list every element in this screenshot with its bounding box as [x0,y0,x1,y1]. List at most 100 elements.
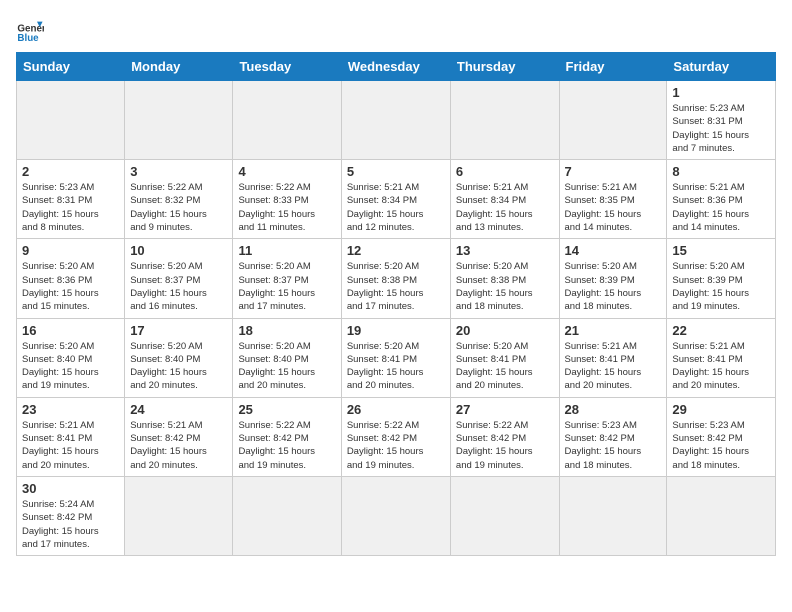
day-info: Sunrise: 5:20 AM Sunset: 8:40 PM Dayligh… [22,340,119,393]
day-info: Sunrise: 5:20 AM Sunset: 8:38 PM Dayligh… [347,260,445,313]
calendar-cell [341,81,450,160]
day-info: Sunrise: 5:23 AM Sunset: 8:31 PM Dayligh… [22,181,119,234]
calendar-cell: 17Sunrise: 5:20 AM Sunset: 8:40 PM Dayli… [125,318,233,397]
day-info: Sunrise: 5:21 AM Sunset: 8:34 PM Dayligh… [456,181,554,234]
calendar-cell: 18Sunrise: 5:20 AM Sunset: 8:40 PM Dayli… [233,318,341,397]
day-info: Sunrise: 5:21 AM Sunset: 8:35 PM Dayligh… [565,181,662,234]
day-number: 23 [22,402,119,417]
day-info: Sunrise: 5:23 AM Sunset: 8:31 PM Dayligh… [672,102,770,155]
day-number: 26 [347,402,445,417]
calendar-cell: 19 Sunrise: 5:20 AM Sunset: 8:41 PM Dayli… [341,318,450,397]
calendar-cell [125,81,233,160]
day-info: Sunrise: 5:22 AM Sunset: 8:42 PM Dayligh… [456,419,554,472]
day-number: 9 [22,243,119,258]
calendar-cell: 9 Sunrise: 5:20 AM Sunset: 8:36 PM Daylig… [17,239,125,318]
calendar-cell: 10Sunrise: 5:20 AM Sunset: 8:37 PM Dayli… [125,239,233,318]
calendar-cell [667,476,776,555]
calendar-cell: 3Sunrise: 5:22 AM Sunset: 8:32 PM Daylig… [125,160,233,239]
day-number: 4 [238,164,335,179]
day-info: Sunrise: 5:21 AM Sunset: 8:41 PM Dayligh… [565,340,662,393]
calendar-cell: 16 Sunrise: 5:20 AM Sunset: 8:40 PM Dayli… [17,318,125,397]
weekday-header-sunday: Sunday [17,53,125,81]
day-number: 29 [672,402,770,417]
day-number: 6 [456,164,554,179]
logo-icon: General Blue [16,16,44,44]
calendar-cell: 15 Sunrise: 5:20 AM Sunset: 8:39 PM Dayli… [667,239,776,318]
day-info: Sunrise: 5:24 AM Sunset: 8:42 PM Dayligh… [22,498,119,551]
weekday-header-monday: Monday [125,53,233,81]
day-number: 17 [130,323,227,338]
day-info: Sunrise: 5:22 AM Sunset: 8:42 PM Dayligh… [347,419,445,472]
day-number: 21 [565,323,662,338]
logo: General Blue [16,16,44,44]
day-info: Sunrise: 5:20 AM Sunset: 8:41 PM Dayligh… [456,340,554,393]
calendar-cell: 11 Sunrise: 5:20 AM Sunset: 8:37 PM Dayli… [233,239,341,318]
calendar-cell: 30 Sunrise: 5:24 AM Sunset: 8:42 PM Dayli… [17,476,125,555]
calendar-cell [559,81,667,160]
calendar-cell: 25Sunrise: 5:22 AM Sunset: 8:42 PM Dayli… [233,397,341,476]
day-info: Sunrise: 5:20 AM Sunset: 8:36 PM Dayligh… [22,260,119,313]
day-info: Sunrise: 5:21 AM Sunset: 8:41 PM Dayligh… [672,340,770,393]
day-number: 16 [22,323,119,338]
weekday-header-saturday: Saturday [667,53,776,81]
calendar-cell: 7 Sunrise: 5:21 AM Sunset: 8:35 PM Daylig… [559,160,667,239]
calendar-cell: 8Sunrise: 5:21 AM Sunset: 8:36 PM Daylig… [667,160,776,239]
calendar-cell: 23 Sunrise: 5:21 AM Sunset: 8:41 PM Dayli… [17,397,125,476]
day-info: Sunrise: 5:20 AM Sunset: 8:40 PM Dayligh… [238,340,335,393]
day-info: Sunrise: 5:22 AM Sunset: 8:32 PM Dayligh… [130,181,227,234]
calendar-cell: 4 Sunrise: 5:22 AM Sunset: 8:33 PM Daylig… [233,160,341,239]
day-info: Sunrise: 5:23 AM Sunset: 8:42 PM Dayligh… [672,419,770,472]
day-number: 28 [565,402,662,417]
weekday-header-tuesday: Tuesday [233,53,341,81]
day-info: Sunrise: 5:22 AM Sunset: 8:33 PM Dayligh… [238,181,335,234]
day-number: 27 [456,402,554,417]
day-info: Sunrise: 5:20 AM Sunset: 8:38 PM Dayligh… [456,260,554,313]
day-info: Sunrise: 5:20 AM Sunset: 8:39 PM Dayligh… [672,260,770,313]
calendar-cell [125,476,233,555]
weekday-header-wednesday: Wednesday [341,53,450,81]
calendar-cell: 28 Sunrise: 5:23 AM Sunset: 8:42 PM Dayli… [559,397,667,476]
calendar-cell [233,81,341,160]
calendar-cell [17,81,125,160]
day-number: 11 [238,243,335,258]
calendar-table: SundayMondayTuesdayWednesdayThursdayFrid… [16,52,776,556]
day-number: 24 [130,402,227,417]
day-number: 19 [347,323,445,338]
day-number: 8 [672,164,770,179]
calendar-cell [559,476,667,555]
day-number: 15 [672,243,770,258]
calendar-cell: 22 Sunrise: 5:21 AM Sunset: 8:41 PM Dayli… [667,318,776,397]
day-info: Sunrise: 5:21 AM Sunset: 8:41 PM Dayligh… [22,419,119,472]
day-info: Sunrise: 5:20 AM Sunset: 8:37 PM Dayligh… [238,260,335,313]
weekday-header-friday: Friday [559,53,667,81]
day-number: 22 [672,323,770,338]
calendar-cell: 1 Sunrise: 5:23 AM Sunset: 8:31 PM Daylig… [667,81,776,160]
calendar-cell [450,476,559,555]
day-number: 13 [456,243,554,258]
day-number: 14 [565,243,662,258]
day-number: 5 [347,164,445,179]
day-info: Sunrise: 5:20 AM Sunset: 8:41 PM Dayligh… [347,340,445,393]
calendar-cell: 27 Sunrise: 5:22 AM Sunset: 8:42 PM Dayli… [450,397,559,476]
day-info: Sunrise: 5:21 AM Sunset: 8:34 PM Dayligh… [347,181,445,234]
calendar-cell: 24 Sunrise: 5:21 AM Sunset: 8:42 PM Dayli… [125,397,233,476]
day-info: Sunrise: 5:20 AM Sunset: 8:39 PM Dayligh… [565,260,662,313]
day-info: Sunrise: 5:22 AM Sunset: 8:42 PM Dayligh… [238,419,335,472]
day-info: Sunrise: 5:21 AM Sunset: 8:42 PM Dayligh… [130,419,227,472]
calendar-cell [233,476,341,555]
calendar-cell: 26 Sunrise: 5:22 AM Sunset: 8:42 PM Dayli… [341,397,450,476]
day-number: 30 [22,481,119,496]
calendar-cell [341,476,450,555]
calendar-cell: 29 Sunrise: 5:23 AM Sunset: 8:42 PM Dayli… [667,397,776,476]
calendar-cell: 12Sunrise: 5:20 AM Sunset: 8:38 PM Dayli… [341,239,450,318]
day-number: 1 [672,85,770,100]
header: General Blue [16,16,776,44]
calendar-cell: 21 Sunrise: 5:21 AM Sunset: 8:41 PM Dayli… [559,318,667,397]
calendar-cell: 20Sunrise: 5:20 AM Sunset: 8:41 PM Dayli… [450,318,559,397]
day-number: 10 [130,243,227,258]
svg-text:Blue: Blue [17,33,39,44]
day-number: 7 [565,164,662,179]
day-info: Sunrise: 5:23 AM Sunset: 8:42 PM Dayligh… [565,419,662,472]
calendar-cell: 5 Sunrise: 5:21 AM Sunset: 8:34 PM Daylig… [341,160,450,239]
calendar-cell: 13 Sunrise: 5:20 AM Sunset: 8:38 PM Dayli… [450,239,559,318]
